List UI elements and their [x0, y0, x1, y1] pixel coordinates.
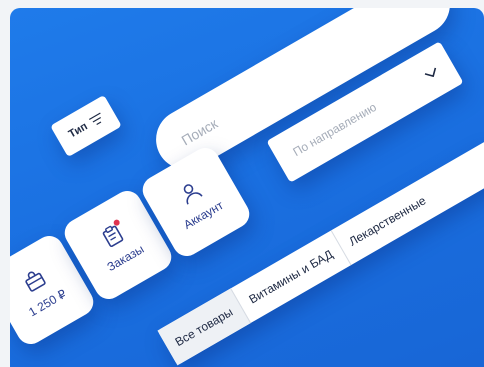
clipboard-icon: [102, 225, 124, 248]
app-frame: Поиск Тип По направлению 1 250 ₽ Заказы …: [10, 8, 484, 367]
user-icon: [183, 184, 203, 205]
type-filter-label: Тип: [66, 120, 90, 141]
orders-icon-wrap: [97, 218, 127, 250]
tilted-stage: Поиск Тип По направлению 1 250 ₽ Заказы …: [10, 8, 484, 367]
search-placeholder: Поиск: [178, 115, 221, 149]
shopping-bag-icon: [25, 271, 46, 292]
type-filter-button[interactable]: Тип: [50, 94, 122, 158]
account-icon-wrap: [175, 177, 205, 207]
category-tab-medicines[interactable]: Лекарственные: [331, 177, 443, 265]
cart-icon-wrap: [19, 265, 49, 295]
chevron-down-icon: [424, 67, 437, 78]
category-tab-vitamins[interactable]: Витамины и БАД: [231, 230, 352, 323]
filter-lines-icon: [88, 112, 102, 126]
direction-placeholder: По направлению: [290, 99, 379, 160]
